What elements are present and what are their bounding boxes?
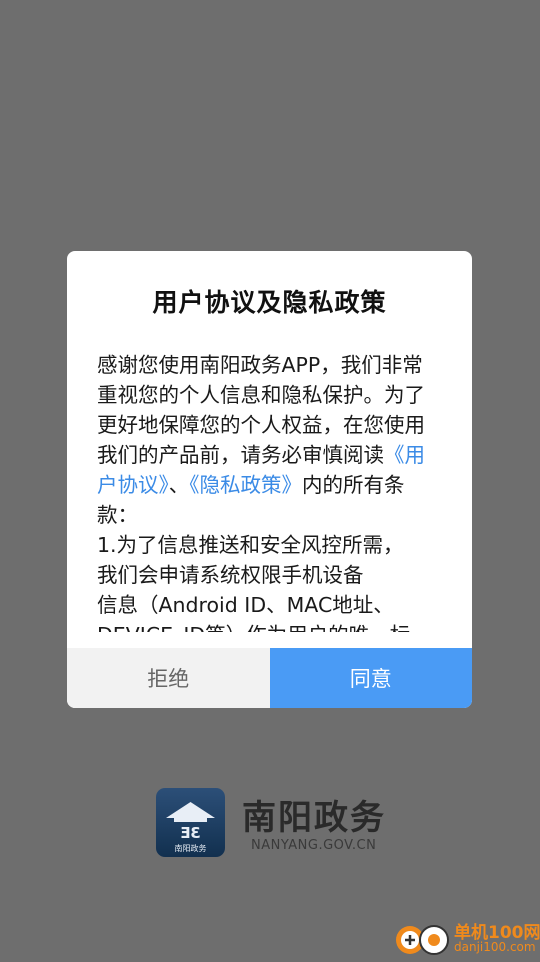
link-separator: 、 <box>168 473 190 497</box>
dialog-button-row: 拒绝 同意 <box>67 648 472 708</box>
dialog-title: 用户协议及隐私政策 <box>152 288 387 317</box>
svg-text:ƎƐ: ƎƐ <box>180 824 201 842</box>
body-item-1: 1.为了信息推送和安全风控所需， 我们会申请系统权限手机设备 信息（Androi… <box>97 533 410 632</box>
app-domain: NANYANG.GOV.CN <box>251 838 377 853</box>
agree-button[interactable]: 同意 <box>269 648 472 708</box>
logo-caption: 南阳政务 <box>175 843 207 853</box>
dialog-body: 感谢您使用南阳政务APP，我们非常重视您的个人信息和隐私保护。为了更好地保障您的… <box>97 350 442 632</box>
watermark-url: danji100.com <box>454 940 536 954</box>
body-intro-text: 感谢您使用南阳政务APP，我们非常重视您的个人信息和隐私保护。为了更好地保障您的… <box>97 353 425 467</box>
site-watermark: 单机100网 danji100.com <box>392 916 540 960</box>
reject-button[interactable]: 拒绝 <box>67 648 270 708</box>
privacy-dialog: 用户协议及隐私政策 感谢您使用南阳政务APP，我们非常重视您的个人信息和隐私保护… <box>67 251 472 708</box>
watermark-logo-icon <box>392 918 456 958</box>
app-name: 南阳政务 <box>242 798 386 838</box>
privacy-policy-link[interactable]: 《隐私政策》 <box>189 473 302 497</box>
app-logo-icon: ƎƐ 南阳政务 <box>156 788 225 857</box>
